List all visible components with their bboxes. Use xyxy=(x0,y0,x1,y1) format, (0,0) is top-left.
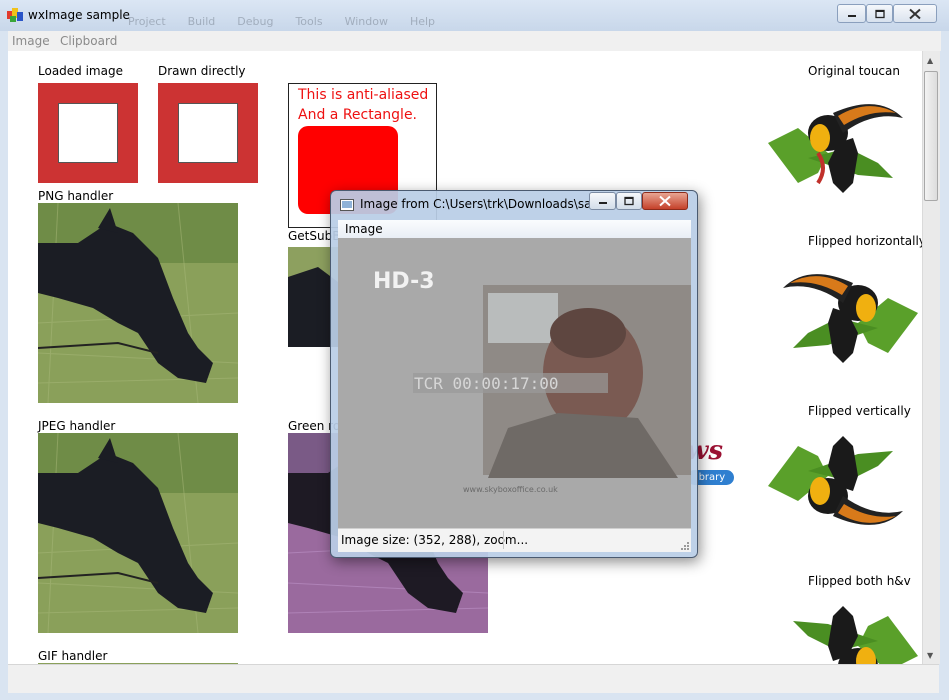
minimize-button[interactable] xyxy=(837,4,866,23)
child-close-button[interactable] xyxy=(642,192,688,210)
maximize-icon xyxy=(874,9,885,18)
child-maximize-button[interactable] xyxy=(616,192,642,210)
close-icon xyxy=(909,8,921,19)
flipped-horizontally-toucan-image xyxy=(783,274,918,363)
flipped-horizontally-label: Flipped horizontally xyxy=(808,234,922,248)
png-handler-label: PNG handler xyxy=(38,189,114,203)
minimize-icon xyxy=(598,202,607,204)
image-child-window[interactable]: Image from C:\Users\trk\Downloads\sam...… xyxy=(330,190,698,558)
child-status-bar: Image size: (352, 288), zoom... xyxy=(338,528,691,552)
rectangle-text: And a Rectangle. xyxy=(298,107,418,123)
drawn-directly-label: Drawn directly xyxy=(158,64,246,78)
child-menu-image[interactable]: Image xyxy=(345,222,383,236)
menu-clipboard[interactable]: Clipboard xyxy=(60,34,117,48)
status-bar xyxy=(8,664,939,693)
original-toucan-image xyxy=(768,104,903,193)
menu-bar: Image Clipboard xyxy=(8,31,941,51)
flipped-both-toucan-image xyxy=(793,606,918,664)
maximize-button[interactable] xyxy=(866,4,893,23)
original-toucan-label: Original toucan xyxy=(808,64,900,78)
flipped-both-label: Flipped both h&v xyxy=(808,574,911,588)
app-icon xyxy=(7,8,23,22)
child-minimize-button[interactable] xyxy=(589,192,616,210)
menu-image[interactable]: Image xyxy=(12,34,50,48)
child-app-icon xyxy=(340,199,354,211)
title-bar[interactable]: wxImage sample Project Build Debug Tools Win… xyxy=(0,0,949,31)
jpeg-horse-image xyxy=(38,433,238,633)
channel-overlay-text: HD-3 xyxy=(373,269,435,294)
timecode-overlay-text: TCR 00:00:17:00 xyxy=(414,374,559,393)
resize-grip-icon[interactable] xyxy=(681,542,689,550)
minimize-icon xyxy=(847,14,856,17)
gif-handler-label: GIF handler xyxy=(38,649,108,663)
anti-aliased-text: This is anti-aliased xyxy=(298,87,429,103)
vertical-scrollbar[interactable]: ▲ ▼ xyxy=(922,51,940,664)
watermark-url-text: www.skyboxoffice.co.uk xyxy=(463,485,558,494)
flipped-vertically-toucan-image xyxy=(768,436,903,525)
child-menu-bar: Image xyxy=(338,220,691,239)
loaded-image xyxy=(38,83,138,183)
scroll-up-icon[interactable]: ▲ xyxy=(927,56,933,65)
scrollbar-thumb[interactable] xyxy=(924,71,938,201)
video-frame-image: HD-3 TCR 00:00:17:00 www.skyboxoffice.co… xyxy=(338,238,691,528)
image-size-status: Image size: (352, 288), zoom... xyxy=(341,533,529,547)
status-divider xyxy=(503,531,504,549)
window-title: wxImage sample xyxy=(28,8,130,22)
ghost-menu-text: Project Build Debug Tools Window Help xyxy=(128,15,436,28)
png-horse-image xyxy=(38,203,238,403)
flipped-vertically-label: Flipped vertically xyxy=(808,404,911,418)
scroll-down-icon[interactable]: ▼ xyxy=(927,651,933,660)
close-button[interactable] xyxy=(893,4,937,23)
child-window-title: Image from C:\Users\trk\Downloads\sam... xyxy=(360,197,615,211)
jpeg-handler-label: JPEG handler xyxy=(38,419,116,433)
loaded-image-label: Loaded image xyxy=(38,64,123,78)
drawn-directly-image xyxy=(158,83,258,183)
close-icon xyxy=(659,195,671,207)
maximize-icon xyxy=(624,196,634,206)
